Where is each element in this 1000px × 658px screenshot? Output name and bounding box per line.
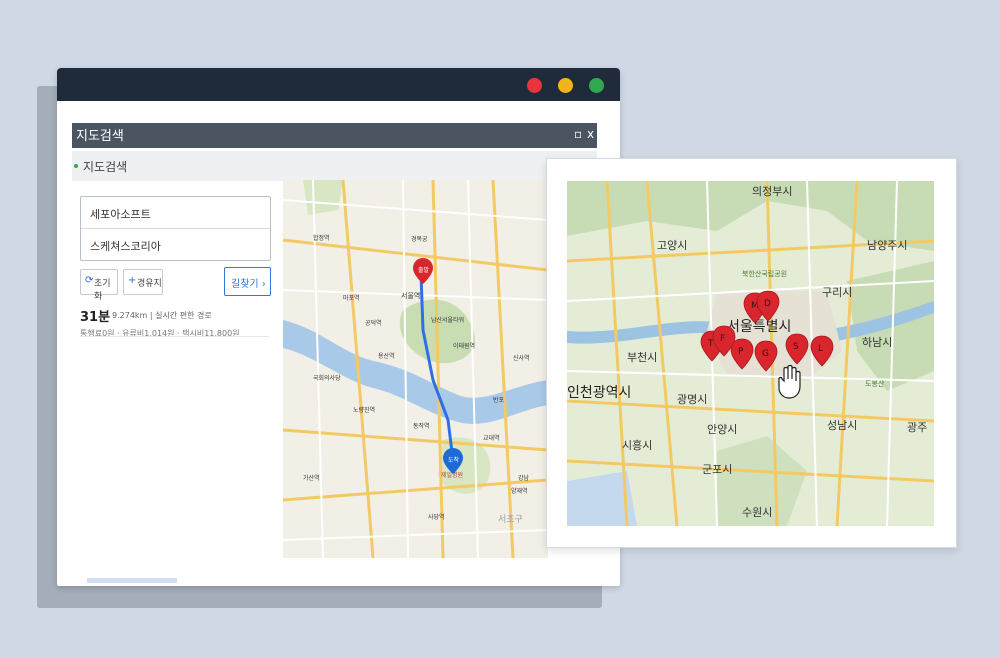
label-seoul: 서울특별시 [727,319,791,335]
find-route-label: 길찾기 › [231,279,266,290]
tab-map-search[interactable]: 지도검색 [72,151,597,181]
dialog-title: 지도검색 [76,129,124,144]
label-dongjak: 동작역 [413,422,430,430]
reset-button[interactable]: ⟳ 초기화 [80,269,118,302]
label-sadang: 사당역 [428,513,445,521]
label-gongdeok: 공덕역 [365,319,382,327]
label-gunpo: 군포시 [702,463,732,476]
overview-map-canvas: 의정부시 고양시 북한산국립공원 남양주시 구리시 서울특별시 하남시 부천시 … [567,181,934,526]
label-seokgye: 가산역 [303,474,320,482]
reset-label: 초기화 [94,279,111,302]
map-pin-label: T [707,339,714,349]
maximize-icon[interactable]: ▫ [574,127,582,141]
label-gangnam: 강남 [518,474,530,482]
label-guri: 구리시 [822,286,852,299]
maximize-window-button[interactable] [589,78,604,93]
close-icon[interactable]: x [587,127,594,141]
label-yangjae: 양재역 [511,487,528,495]
label-bucheon: 부천시 [627,350,657,364]
route-distance: 9.274km | 실시간 편한 경로 [112,310,212,321]
divider [80,336,269,337]
label-seoul-station: 서울역 [401,291,420,300]
refresh-icon: ⟳ [85,275,94,286]
label-hanam: 하남시 [862,335,892,349]
app-window: 지도검색 ▫ x 지도검색 세포아소프트 스케쳐스코리아 ⟳ 초기화 + 경유지… [57,68,620,586]
label-gwangmyeong: 광명시 [677,393,707,406]
find-route-button[interactable]: 길찾기 › [224,267,271,296]
label-gyodae: 교대역 [483,434,500,442]
label-gwangju: 광주 [907,421,927,434]
label-yeouido: 국회의사당 [313,374,341,382]
window-titlebar [57,68,620,101]
label-anyang: 안양시 [707,423,737,436]
route-mode: | 실시간 편한 경로 [149,311,212,320]
label-namsan: 남산서울타워 [431,316,464,324]
label-suwon: 수원시 [742,506,772,519]
destination-field[interactable]: 스케쳐스코리아 [81,229,270,260]
label-noryangjin: 노량진역 [353,406,375,414]
origin-field[interactable]: 세포아소프트 [81,197,270,229]
add-waypoint-button[interactable]: + 경유지 [123,269,163,295]
label-uijeongbu: 의정부시 [752,185,792,198]
waypoint-label: 경유지 [137,279,162,289]
route-time: 31분 [80,310,111,325]
map-search-dialog-header: 지도검색 ▫ x [72,123,597,148]
label-itaewon: 이태원역 [453,342,475,350]
label-mapo: 마포역 [343,294,360,302]
map-pin-label: G [762,349,769,359]
map-pin-label: S [793,342,799,352]
label-namyangju: 남양주시 [867,239,907,252]
start-badge: 출발 [418,266,430,274]
minimize-window-button[interactable] [558,78,573,93]
overview-map[interactable]: 의정부시 고양시 북한산국립공원 남양주시 구리시 서울특별시 하남시 부천시 … [567,181,934,526]
label-sinsa: 신사역 [513,354,530,362]
route-fees: 통행료0원 · 유류비1,014원 · 택시비11,800원 [80,329,240,338]
label-dobong: 도봉산 [865,379,885,388]
label-siheung: 시흥시 [622,438,652,452]
label-goyang: 고양시 [657,239,687,252]
label-gyeongbok: 경복궁 [411,236,428,243]
tab-label: 지도검색 [83,160,128,174]
label-banpo: 반포 [493,396,505,404]
distance-value: 9.274km [112,311,148,320]
label-seocho: 서초구 [498,514,523,525]
map-pin-label: L [818,344,823,354]
label-hapjeong: 합정역 [313,234,330,242]
end-badge: 도착 [448,456,460,464]
route-search-box: 세포아소프트 스케쳐스코리아 [80,196,271,261]
route-summary[interactable]: 31분 9.274km | 실시간 편한 경로 통행료0원 · 유류비1,014… [80,306,275,352]
overview-map-card: 의정부시 고양시 북한산국립공원 남양주시 구리시 서울특별시 하남시 부천시 … [546,158,957,548]
route-map[interactable]: 서울역 남산서울타워 경복궁 용산역 이태원역 합정역 마포역 공덕역 국회의사… [283,180,548,558]
route-map-canvas: 서울역 남산서울타워 경복궁 용산역 이태원역 합정역 마포역 공덕역 국회의사… [283,180,548,558]
plus-icon: + [128,275,137,286]
origin-value: 세포아소프트 [90,208,151,221]
label-seongnam: 성남시 [827,419,857,432]
label-bukhansan: 북한산국립공원 [742,269,787,278]
close-window-button[interactable] [527,78,542,93]
destination-value: 스케쳐스코리아 [90,240,161,253]
label-incheon: 인천광역시 [567,385,631,401]
map-pin-label: P [738,347,744,357]
label-yongsan: 용산역 [378,352,395,360]
map-pin-label: D [764,299,771,309]
active-tab-indicator [74,164,78,168]
map-pin-label: F [720,334,725,344]
scroll-indicator [87,578,177,583]
